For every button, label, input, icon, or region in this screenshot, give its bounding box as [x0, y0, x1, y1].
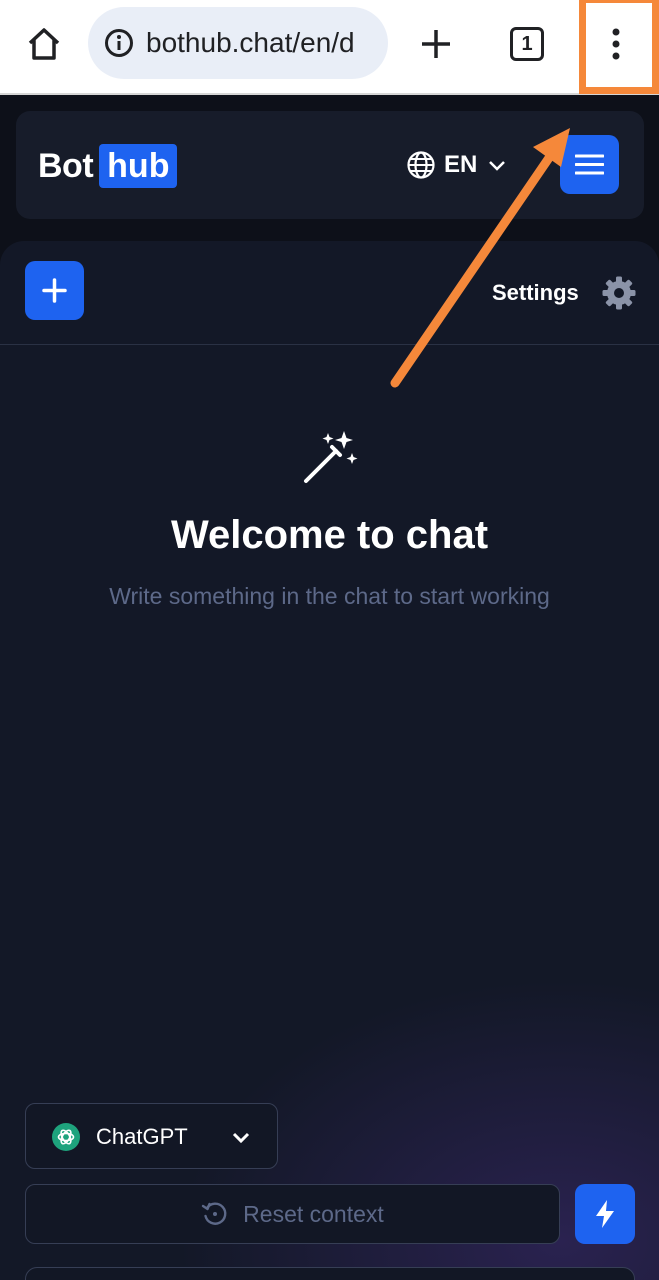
url-text[interactable]: bothub.chat/en/d	[146, 27, 376, 59]
app-root: Bot hub EN Settings Welcome to chat Writ…	[0, 97, 659, 1280]
settings-button[interactable]: Settings	[492, 275, 637, 311]
language-switcher[interactable]: EN	[406, 149, 507, 181]
settings-label: Settings	[492, 280, 579, 305]
boost-button[interactable]	[575, 1184, 635, 1244]
history-icon	[201, 1202, 227, 1225]
new-chat-button[interactable]	[25, 261, 84, 320]
logo-bot-text: Bot	[38, 146, 94, 185]
tab-switcher-button[interactable]: 1	[510, 27, 544, 61]
language-label: EN	[444, 151, 478, 178]
plus-icon	[42, 278, 67, 303]
gear-icon	[602, 276, 636, 310]
model-name: ChatGPT	[96, 1124, 188, 1149]
globe-icon	[407, 151, 435, 179]
bothub-logo[interactable]: Bot hub	[38, 144, 178, 188]
chat-panel: Settings Welcome to chat Write something…	[0, 241, 659, 1280]
logo-hub-text: hub	[99, 144, 178, 188]
chat-toolbar: Settings	[0, 241, 659, 345]
browser-toolbar: bothub.chat/en/d 1	[0, 0, 659, 95]
lightning-icon	[596, 1200, 614, 1228]
openai-icon	[52, 1123, 80, 1151]
reset-context-label: Reset context	[243, 1200, 384, 1227]
message-input[interactable]	[25, 1267, 635, 1280]
model-selector[interactable]: ChatGPT	[25, 1103, 278, 1169]
home-icon[interactable]	[22, 22, 66, 66]
more-vert-icon[interactable]	[594, 22, 638, 66]
info-icon[interactable]	[104, 28, 134, 58]
chevron-down-icon	[232, 1132, 250, 1144]
chevron-down-icon	[489, 161, 506, 171]
new-tab-icon[interactable]	[414, 22, 458, 66]
hamburger-icon	[575, 154, 604, 175]
site-header: Bot hub EN	[16, 111, 644, 219]
magic-wand-icon	[304, 431, 358, 483]
welcome-subtitle: Write something in the chat to start wor…	[109, 583, 550, 609]
reset-context-button[interactable]: Reset context	[25, 1184, 560, 1244]
welcome-title: Welcome to chat	[170, 513, 489, 557]
address-bar[interactable]: bothub.chat/en/d	[88, 7, 388, 79]
menu-button[interactable]	[560, 135, 619, 194]
